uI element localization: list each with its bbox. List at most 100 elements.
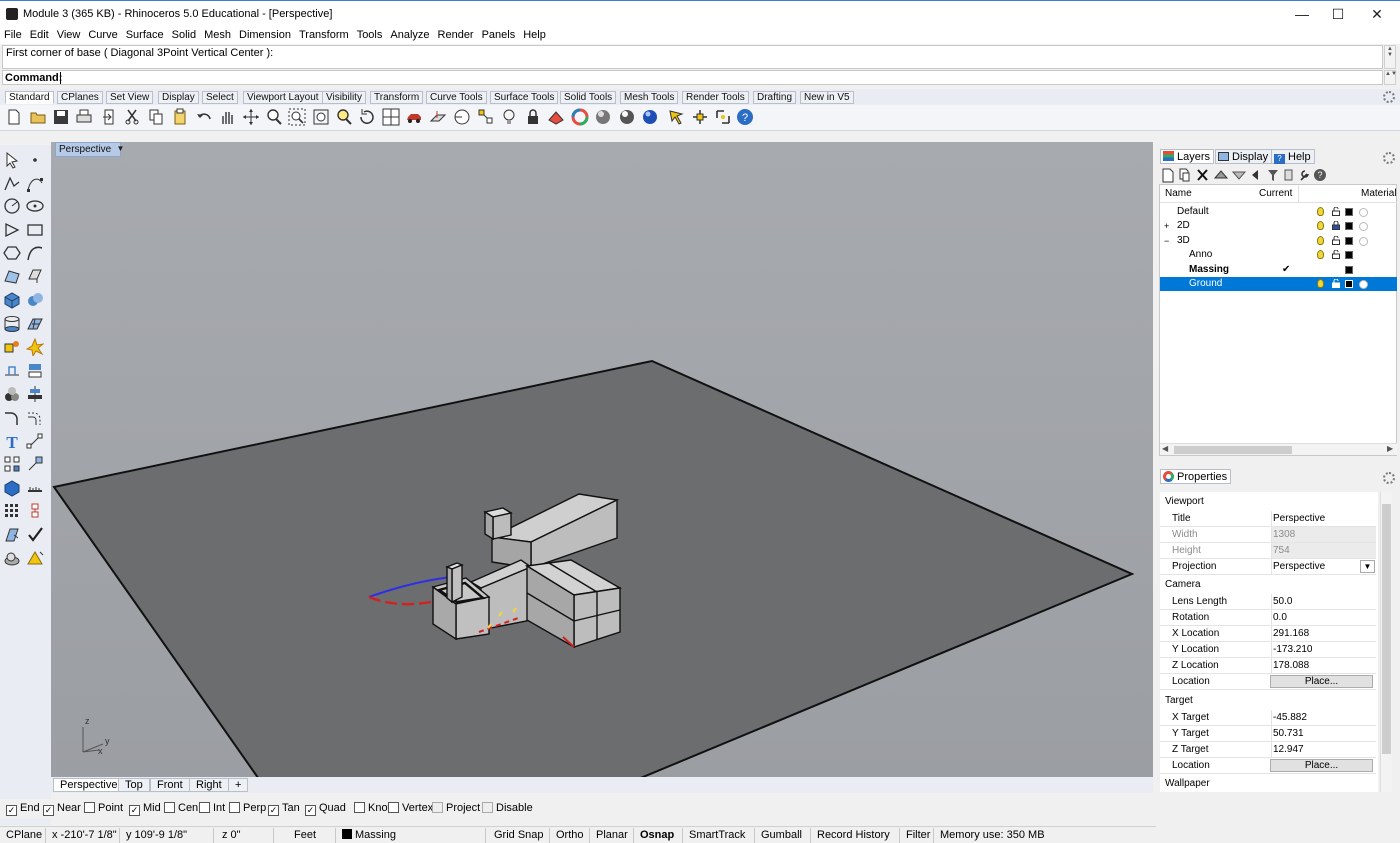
osnap-quad[interactable]: ✓ Quad [305,802,346,816]
y-location-field[interactable]: -173.210 [1271,642,1376,657]
tab-viewport-layout[interactable]: Viewport Layout [243,91,323,104]
osnap-disable-checkbox[interactable] [482,802,493,813]
viewport-tab-top[interactable]: Top [118,778,150,792]
layers-header-material[interactable]: Material [1361,188,1397,199]
layer-material-icon[interactable] [1359,280,1368,289]
layer-unlocked-icon[interactable] [1332,249,1340,260]
status-ortho[interactable]: Ortho [550,828,590,843]
zoom-dynamic-icon[interactable] [265,108,283,126]
tab-set-view[interactable]: Set View [106,91,154,104]
lock-icon[interactable] [524,108,542,126]
panel-tab-layers[interactable]: Layers [1160,149,1215,164]
solid-boolean-icon[interactable] [26,291,44,309]
panel-tab-properties[interactable]: Properties [1160,469,1232,484]
layer-visibility-bulb-icon[interactable] [1317,207,1324,216]
layer-row-default[interactable]: Default [1160,205,1397,219]
menu-file[interactable]: File [0,26,26,44]
status-filter[interactable]: Filter [900,828,934,843]
osnap-point-checkbox[interactable] [84,802,95,813]
render-icon[interactable] [3,550,21,568]
layer-color-swatch[interactable] [1345,251,1353,260]
edit-points-icon[interactable] [3,361,21,379]
check-icon[interactable] [26,526,44,544]
layer-locked-icon[interactable] [1332,220,1340,231]
menu-mesh[interactable]: Mesh [200,26,235,44]
menu-tools[interactable]: Tools [353,26,387,44]
menu-render[interactable]: Render [434,26,478,44]
help-icon[interactable]: ? [736,108,754,126]
surface-extrude-icon[interactable] [26,267,44,285]
zoom-extents-icon[interactable] [312,108,330,126]
osnap-vertex[interactable]: Vertex [388,802,433,815]
menu-panels[interactable]: Panels [478,26,520,44]
layer-visibility-bulb-icon[interactable] [1317,235,1324,245]
explode-icon[interactable] [26,338,44,356]
render-mesh-icon[interactable] [3,338,21,356]
circle-icon[interactable] [3,197,21,215]
layer-visibility-bulb-icon[interactable] [1317,279,1324,288]
layer-row-anno[interactable]: Anno [1160,248,1397,262]
command-line-scrollbar[interactable]: ▲▼ [1384,70,1397,85]
menu-view[interactable]: View [53,26,85,44]
layer-color-swatch[interactable] [1345,222,1353,231]
tab-mesh-tools[interactable]: Mesh Tools [620,91,679,104]
freeform-curve-icon[interactable] [26,244,44,262]
layer-material-icon[interactable] [1359,236,1368,246]
layer-expander-icon[interactable]: + [1164,219,1169,233]
camera-place-button[interactable]: Place... [1270,675,1373,688]
status-osnap[interactable]: Osnap [634,828,683,843]
osnap-cen-checkbox[interactable] [164,802,175,813]
move-to-parent-icon[interactable] [1252,170,1258,180]
dimension-icon[interactable] [26,432,44,450]
menu-transform[interactable]: Transform [295,26,353,44]
new-layer-icon[interactable] [1162,168,1174,183]
layer-help-icon[interactable]: ? [1314,169,1326,181]
y-target-field[interactable]: 50.731 [1271,726,1376,741]
viewport-tab-right[interactable]: Right [189,778,229,792]
osnap-end[interactable]: ✓ End [6,802,40,816]
layer-tools-icon[interactable] [1284,169,1293,181]
layer-material-icon[interactable] [1359,208,1368,217]
save-icon[interactable] [52,108,70,126]
blue-sphere-icon[interactable] [641,108,659,126]
osnap-knot-checkbox[interactable] [354,802,365,813]
status-cplane[interactable]: CPlane [0,828,46,843]
properties-scroll-thumb[interactable] [1382,504,1391,754]
tab-solid-tools[interactable]: Solid Tools [560,91,617,104]
rendered-sphere-icon[interactable] [618,108,636,126]
status-planar[interactable]: Planar [590,828,634,843]
lens-length-field[interactable]: 50.0 [1271,594,1376,609]
layer-material-icon[interactable] [1359,222,1368,232]
tab-select[interactable]: Select [202,91,238,104]
delete-layer-icon[interactable] [1197,169,1208,181]
properties-scrollbar[interactable] [1380,492,1392,792]
perspective-viewport[interactable]: z y x [51,142,1153,777]
move-layer-down-icon[interactable] [1231,171,1247,180]
group-icon[interactable] [3,385,21,403]
viewport-tab-perspective[interactable]: Perspective [53,778,125,792]
open-folder-icon[interactable] [29,108,47,126]
tab-visibility[interactable]: Visibility [322,91,366,104]
status-units[interactable]: Feet [274,828,336,843]
close-button[interactable]: ✕ [1354,1,1400,27]
color-wheel-icon[interactable] [571,108,589,126]
panel-tab-help[interactable]: ? Help [1271,149,1315,164]
menu-analyze[interactable]: Analyze [386,26,433,44]
print-icon[interactable] [75,108,93,126]
viewport-menu-chevron-down-icon[interactable]: ▼ [115,142,126,157]
layer-expander-icon[interactable]: − [1164,234,1169,248]
osnap-knot[interactable]: Knot [354,802,391,815]
rotation-field[interactable]: 0.0 [1271,610,1376,625]
layers-header-name[interactable]: Name [1165,188,1192,199]
command-history-scrollbar[interactable]: ▲ ▼ [1384,45,1396,69]
massing-small-cube[interactable] [483,507,513,541]
osnap-mid[interactable]: ✓ Mid [129,802,161,816]
layers-horizontal-scrollbar[interactable]: ◀ ▶ [1160,443,1397,455]
osnap-tan[interactable]: ✓ Tan [268,802,300,816]
render-preview-icon[interactable] [547,108,565,126]
surface-from-points-icon[interactable] [3,267,21,285]
text-icon[interactable]: T [3,432,21,450]
align-icon[interactable] [26,385,44,403]
status-gumball[interactable]: Gumball [755,828,811,843]
curve-control-points-icon[interactable] [26,175,44,193]
